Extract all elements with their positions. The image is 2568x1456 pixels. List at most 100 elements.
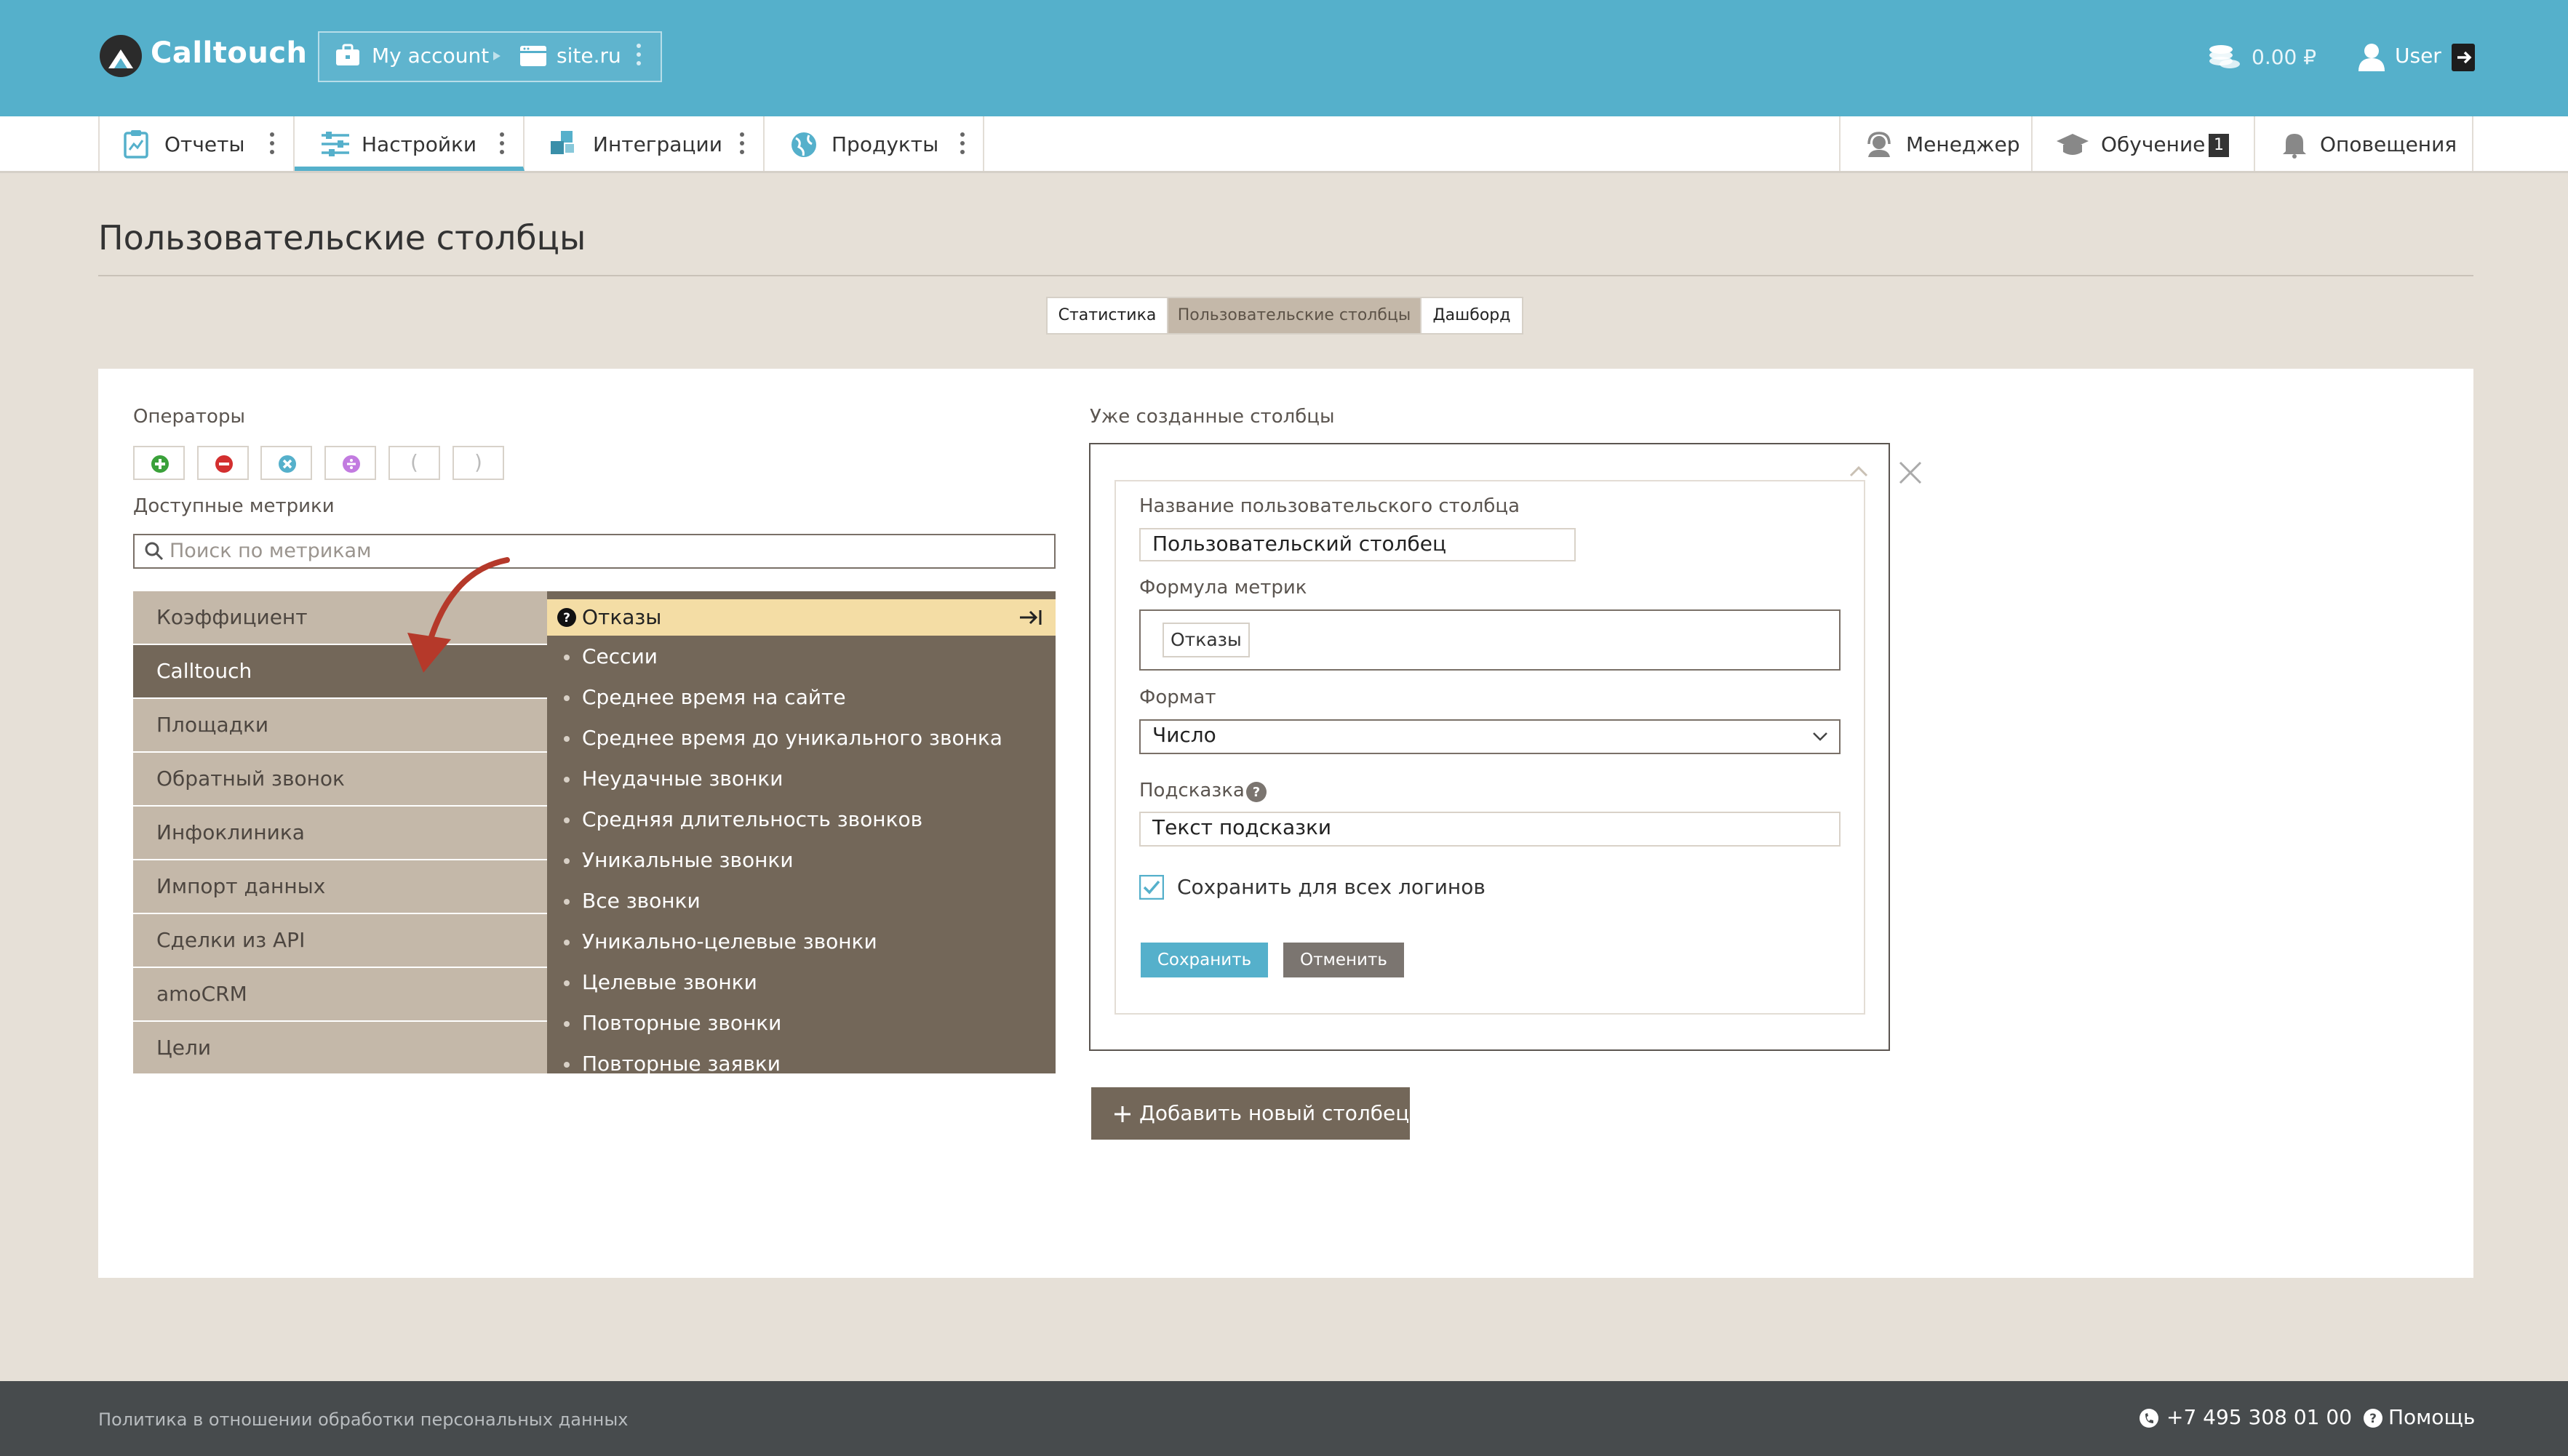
settings-kebab-icon[interactable] [500,132,504,159]
question-circle-icon[interactable]: ? [557,607,577,628]
category-item[interactable]: Инфоклиника [133,807,547,859]
metric-item[interactable]: Все звонки [582,889,701,913]
metric-item[interactable]: Уникально-целевые звонки [582,929,877,953]
globe-icon [791,132,816,157]
category-item[interactable]: Сделки из API [133,914,547,967]
support-phone[interactable]: +7 495 308 01 00 [2166,1405,2352,1429]
metric-item-clipped: Повторные заявки [547,1052,1056,1073]
metric-item[interactable]: Повторные заявки [582,1052,781,1073]
add-column-button[interactable]: Добавить новый столбец [1091,1087,1410,1140]
subtab-custom-columns[interactable]: Пользовательские столбцы [1167,297,1421,335]
metric-item[interactable]: Сессии [582,644,658,668]
operators-label: Операторы [133,406,245,428]
reports-kebab-icon[interactable] [270,132,274,159]
multiply-circle-icon [279,455,296,473]
phone-icon [2140,1409,2158,1428]
calltouch-logo-icon[interactable] [98,33,143,79]
user-name[interactable]: User [2395,44,2441,68]
training-badge: 1 [2209,134,2229,157]
nav-training-label[interactable]: Обучение [2101,132,2205,156]
operator-minus-button[interactable] [197,446,249,480]
collapse-chevron-icon[interactable] [1848,464,1870,479]
formula-label: Формула метрик [1139,577,1307,599]
help-icon: ? [2364,1409,2382,1428]
save-all-logins-label[interactable]: Сохранить для всех логинов [1177,875,1486,899]
breadcrumb-arrow-icon [493,52,501,60]
category-item[interactable]: Площадки [133,699,547,751]
hint-input[interactable]: Текст подсказки [1139,812,1841,847]
account-menu-kebab-icon[interactable] [637,44,641,70]
format-select[interactable]: Число [1139,719,1841,754]
account-label[interactable]: My account [372,44,489,68]
close-icon[interactable] [1897,460,1923,486]
minus-circle-icon [215,455,233,473]
category-item[interactable]: amoCRM [133,968,547,1020]
briefcase-icon [336,44,359,65]
logout-icon[interactable] [2452,44,2478,71]
privacy-policy-link[interactable]: Политика в отношении обработки персональ… [98,1409,629,1430]
nav-manager-label[interactable]: Менеджер [1906,132,2020,156]
site-label[interactable]: site.ru [557,44,621,68]
nav-notifications-label[interactable]: Оповещения [2320,132,2457,156]
operator-plus-button[interactable] [133,446,185,480]
operator-close-paren-button[interactable]: ) [452,446,504,480]
user-icon [2358,44,2385,71]
metric-item[interactable]: Среднее время до уникального звонка [582,726,1002,750]
puzzle-blocks-icon [551,131,574,154]
graduation-cap-icon [2057,134,2089,155]
balance-value[interactable]: 0.00 ₽ [2252,45,2316,69]
annotation-arrow-icon [407,557,510,673]
help-link[interactable]: Помощь [2388,1405,2475,1429]
metric-item[interactable]: Повторные звонки [582,1011,781,1035]
plus-circle-icon [151,455,169,473]
nav-tab-products-label[interactable]: Продукты [832,132,938,156]
metric-item[interactable]: Средняя длительность звонков [582,807,922,831]
integrations-kebab-icon[interactable] [740,132,744,159]
created-columns-label: Уже созданные столбцы [1090,406,1335,428]
format-label: Формат [1139,687,1216,708]
metric-item-label[interactable]: Отказы [582,605,661,629]
add-to-formula-icon[interactable] [1018,608,1043,627]
svg-text:?: ? [2369,1412,2377,1426]
category-item[interactable]: Обратный звонок [133,753,547,805]
plus-icon [1114,1106,1131,1122]
title-divider [98,275,2473,276]
nav-tab-settings-label[interactable]: Настройки [362,132,476,156]
page-title: Пользовательские столбцы [98,218,586,257]
operator-multiply-button[interactable] [260,446,312,480]
help-circle-icon[interactable]: ? [1245,781,1267,803]
chevron-down-icon [1813,732,1827,741]
search-icon [145,542,164,561]
metric-item[interactable]: Среднее время на сайте [582,685,846,709]
subtab-dashboard[interactable]: Дашборд [1420,297,1523,335]
column-name-label: Название пользовательского столбца [1139,495,1520,517]
save-button[interactable]: Сохранить [1141,943,1268,977]
bell-icon [2283,134,2306,159]
products-kebab-icon[interactable] [960,132,965,159]
hint-label: Подсказка [1139,780,1245,801]
metric-item[interactable]: Неудачные звонки [582,767,783,791]
metric-item[interactable]: Уникальные звонки [582,848,794,872]
cancel-button[interactable]: Отменить [1283,943,1404,977]
category-item[interactable]: Цели [133,1022,547,1073]
formula-token[interactable]: Отказы [1163,623,1250,657]
divide-circle-icon [343,455,360,473]
svg-text:?: ? [563,611,570,625]
svg-text:?: ? [1253,785,1260,800]
clipboard-chart-icon [124,130,148,159]
brand-name[interactable]: Calltouch [151,36,308,70]
checkbox-checked-icon[interactable] [1139,875,1164,900]
subtab-statistics[interactable]: Статистика [1046,297,1168,335]
headset-icon [1867,132,1891,157]
operator-divide-button[interactable] [324,446,376,480]
metric-item[interactable]: Целевые звонки [582,970,757,994]
column-name-input[interactable]: Пользовательский столбец [1139,528,1576,561]
sliders-icon [322,132,349,156]
nav-tab-reports-label[interactable]: Отчеты [164,132,245,156]
coins-icon [2209,45,2240,68]
site-window-icon [520,46,546,66]
operator-open-paren-button[interactable]: ( [388,446,440,480]
category-item[interactable]: Импорт данных [133,860,547,913]
add-column-label: Добавить новый столбец [1139,1101,1410,1125]
nav-tab-integrations-label[interactable]: Интеграции [593,132,722,156]
